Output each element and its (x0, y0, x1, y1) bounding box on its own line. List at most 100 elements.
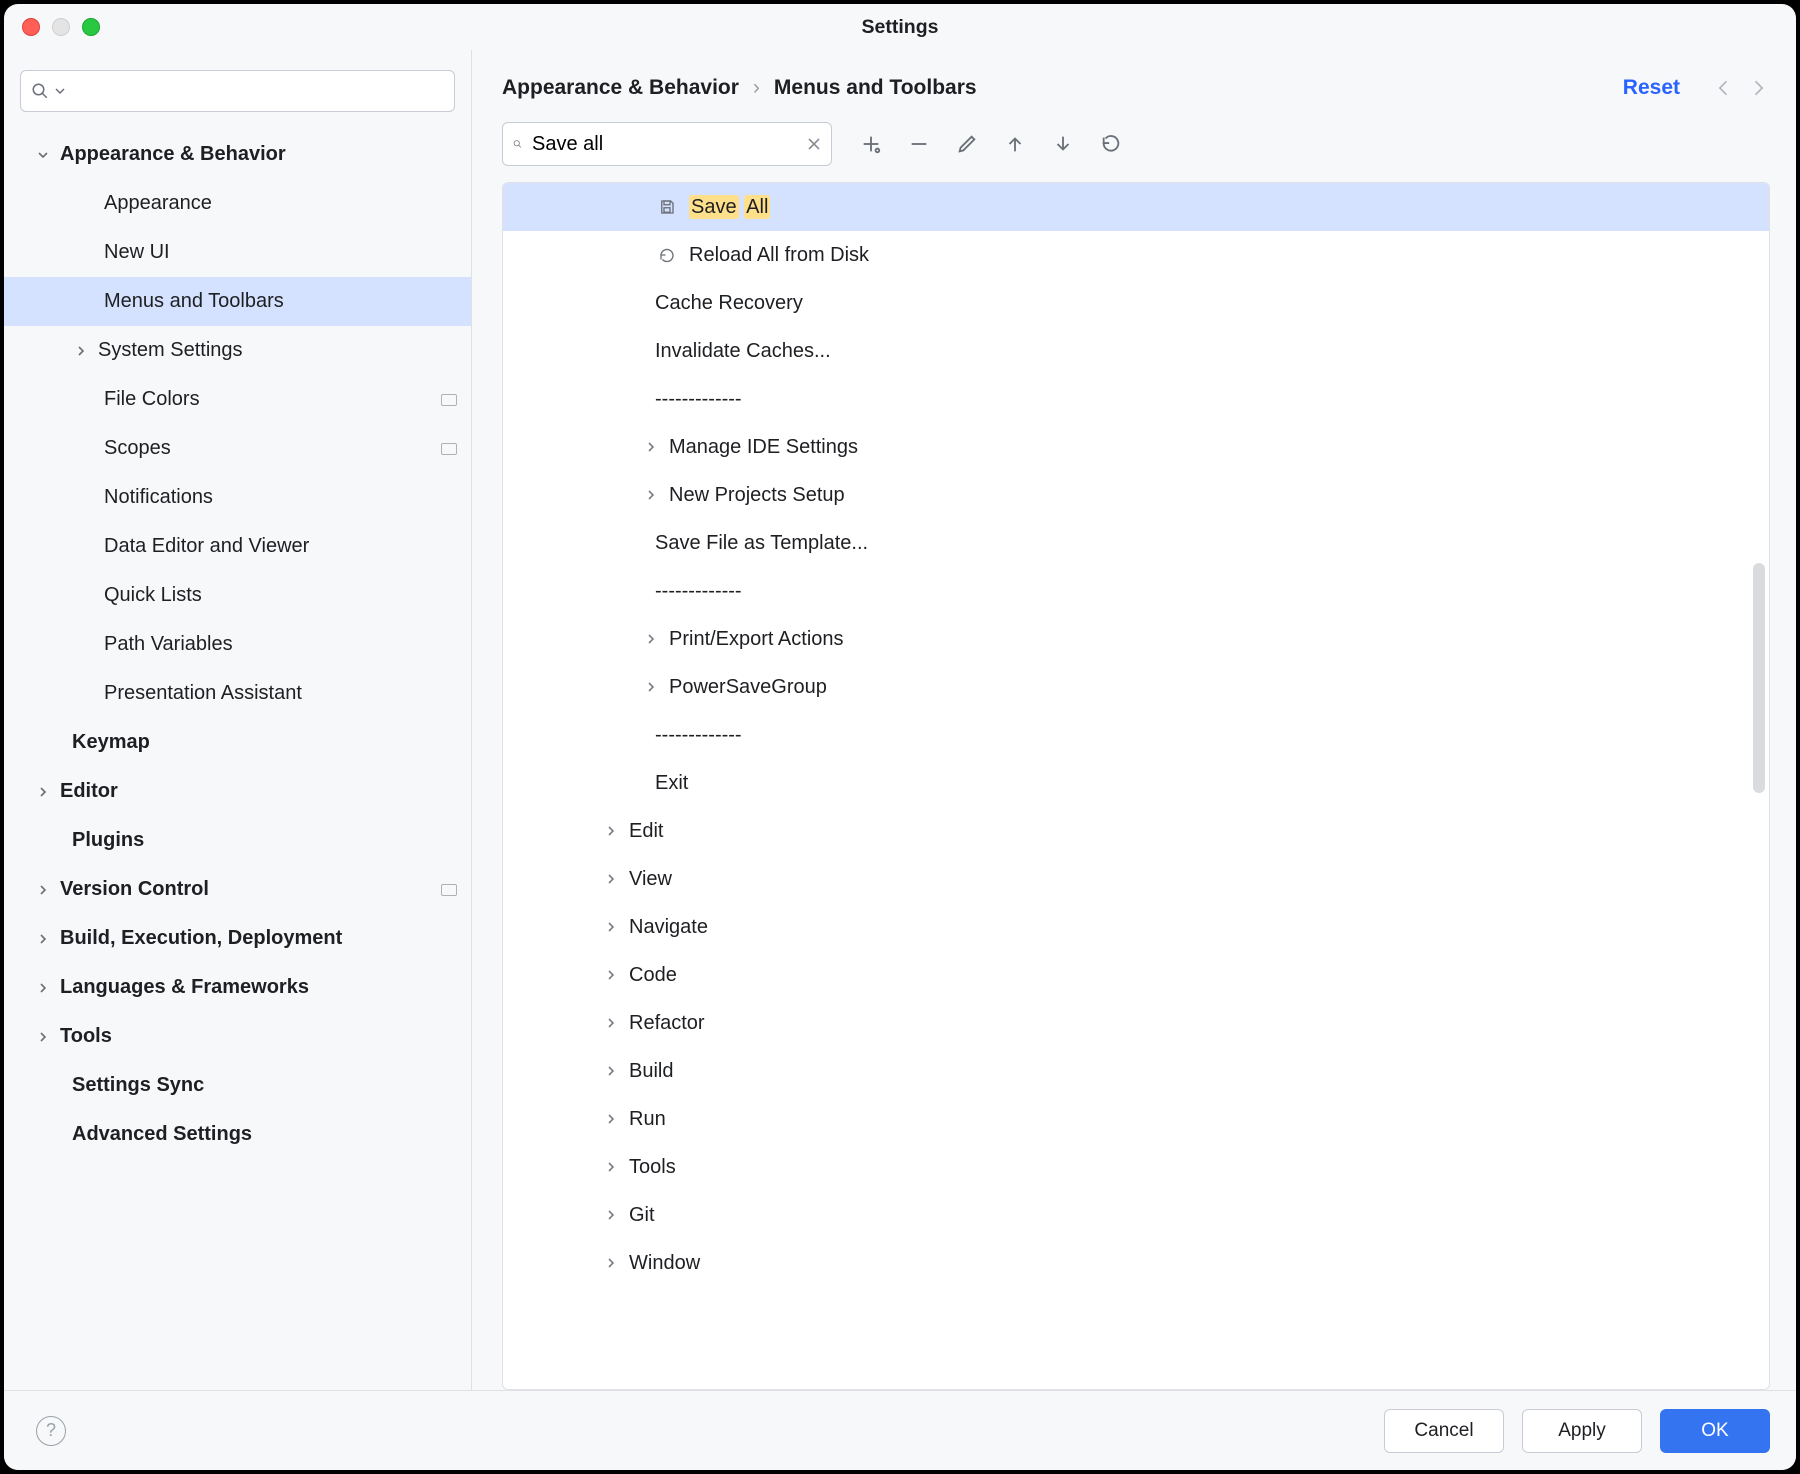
sidebar-item[interactable]: Settings Sync (4, 1061, 471, 1110)
sidebar-item[interactable]: Menus and Toolbars (4, 277, 471, 326)
sidebar-item[interactable]: Version Control (4, 865, 471, 914)
tree-row[interactable]: Edit (503, 807, 1769, 855)
window-controls (22, 18, 100, 36)
tree-row[interactable]: View (503, 855, 1769, 903)
sidebar-item[interactable]: Path Variables (4, 620, 471, 669)
chevron-right-icon (645, 489, 659, 501)
tree-row[interactable]: PowerSaveGroup (503, 663, 1769, 711)
tree-row[interactable]: Navigate (503, 903, 1769, 951)
tree-row[interactable]: Save All (503, 183, 1769, 231)
tree-row[interactable]: Git (503, 1191, 1769, 1239)
sidebar-item[interactable]: Appearance (4, 179, 471, 228)
chevron-right-icon (74, 345, 88, 357)
remove-icon[interactable] (908, 133, 930, 155)
tree-row-label: Invalidate Caches... (655, 340, 831, 363)
sidebar-item-label: Scopes (104, 437, 431, 460)
reload-icon (655, 246, 679, 264)
tree-row-label: New Projects Setup (669, 484, 845, 507)
move-up-icon[interactable] (1004, 133, 1026, 155)
tree-row[interactable]: New Projects Setup (503, 471, 1769, 519)
tree-row[interactable]: Manage IDE Settings (503, 423, 1769, 471)
filter-input[interactable] (532, 133, 797, 156)
filter-box[interactable] (502, 122, 832, 166)
tree-row[interactable]: ------------- (503, 711, 1769, 759)
tree-row[interactable]: Window (503, 1239, 1769, 1287)
tree-row-label: ------------- (655, 724, 742, 747)
sidebar-search-input[interactable] (71, 80, 444, 102)
tree-row[interactable]: Build (503, 1047, 1769, 1095)
close-icon[interactable] (22, 18, 40, 36)
sidebar-item-label: System Settings (98, 339, 457, 362)
sidebar-search[interactable] (20, 70, 455, 112)
tree-row-label: Save File as Template... (655, 532, 868, 555)
edit-icon[interactable] (956, 133, 978, 155)
tree-row-label: Git (629, 1204, 655, 1227)
scrollbar[interactable] (1753, 563, 1765, 793)
tree-row[interactable]: Exit (503, 759, 1769, 807)
clear-icon[interactable] (807, 137, 821, 151)
back-icon[interactable] (1714, 78, 1734, 98)
tree-row[interactable]: Run (503, 1095, 1769, 1143)
chevron-right-icon (605, 969, 619, 981)
chevron-right-icon (36, 786, 50, 798)
tree-row[interactable]: Print/Export Actions (503, 615, 1769, 663)
chevron-right-icon (605, 1113, 619, 1125)
chevron-right-icon (36, 884, 50, 896)
toolbar (472, 112, 1796, 176)
tree-row[interactable]: Tools (503, 1143, 1769, 1191)
reset-button[interactable]: Reset (1623, 76, 1680, 100)
sidebar-item[interactable]: Languages & Frameworks (4, 963, 471, 1012)
restore-icon[interactable] (1100, 133, 1122, 155)
forward-icon[interactable] (1748, 78, 1768, 98)
sidebar-item[interactable]: Data Editor and Viewer (4, 522, 471, 571)
sidebar-item[interactable]: Advanced Settings (4, 1110, 471, 1159)
cancel-button[interactable]: Cancel (1384, 1409, 1504, 1453)
search-icon (513, 135, 522, 153)
minimize-icon[interactable] (52, 18, 70, 36)
sidebar-tree: Appearance & BehaviorAppearance New UI Men… (4, 130, 471, 1159)
breadcrumb-sep: › (753, 76, 760, 100)
sidebar-item[interactable]: Plugins (4, 816, 471, 865)
sidebar-item-label: Settings Sync (72, 1074, 457, 1097)
tree-row[interactable]: Save File as Template... (503, 519, 1769, 567)
tree-row-label: Cache Recovery (655, 292, 803, 315)
breadcrumb-root: Appearance & Behavior (502, 76, 739, 100)
tree-row[interactable]: Code (503, 951, 1769, 999)
sidebar-item-label: Data Editor and Viewer (104, 535, 457, 558)
chevron-right-icon (36, 1031, 50, 1043)
window-title: Settings (862, 16, 939, 39)
move-down-icon[interactable] (1052, 133, 1074, 155)
sidebar-item[interactable]: Editor (4, 767, 471, 816)
sidebar-item[interactable]: File Colors (4, 375, 471, 424)
sidebar-item[interactable]: Appearance & Behavior (4, 130, 471, 179)
sidebar-item[interactable]: New UI (4, 228, 471, 277)
chevron-right-icon (645, 441, 659, 453)
sidebar-item[interactable]: System Settings (4, 326, 471, 375)
sidebar-item-label: Build, Execution, Deployment (60, 927, 457, 950)
sidebar-item-label: New UI (104, 241, 457, 264)
tree-row[interactable]: ------------- (503, 375, 1769, 423)
sidebar-item[interactable]: Keymap (4, 718, 471, 767)
tree-row[interactable]: Invalidate Caches... (503, 327, 1769, 375)
sidebar-item[interactable]: Build, Execution, Deployment (4, 914, 471, 963)
tree-row[interactable]: ------------- (503, 567, 1769, 615)
sidebar-item-label: Notifications (104, 486, 457, 509)
apply-button[interactable]: Apply (1522, 1409, 1642, 1453)
tree-row[interactable]: Cache Recovery (503, 279, 1769, 327)
sidebar-item-label: Plugins (72, 829, 457, 852)
sidebar-item[interactable]: Scopes (4, 424, 471, 473)
tree-row-label: Window (629, 1252, 700, 1275)
help-icon[interactable]: ? (36, 1416, 66, 1446)
maximize-icon[interactable] (82, 18, 100, 36)
sidebar-item[interactable]: Quick Lists (4, 571, 471, 620)
add-icon[interactable] (860, 133, 882, 155)
sidebar-item[interactable]: Presentation Assistant (4, 669, 471, 718)
tree-row[interactable]: Refactor (503, 999, 1769, 1047)
project-badge-icon (441, 443, 457, 455)
sidebar-item[interactable]: Notifications (4, 473, 471, 522)
ok-button[interactable]: OK (1660, 1409, 1770, 1453)
breadcrumb: Appearance & Behavior › Menus and Toolba… (472, 50, 1796, 112)
sidebar-item[interactable]: Tools (4, 1012, 471, 1061)
tree-row[interactable]: Reload All from Disk (503, 231, 1769, 279)
tree-row-label: Save All (689, 196, 770, 219)
